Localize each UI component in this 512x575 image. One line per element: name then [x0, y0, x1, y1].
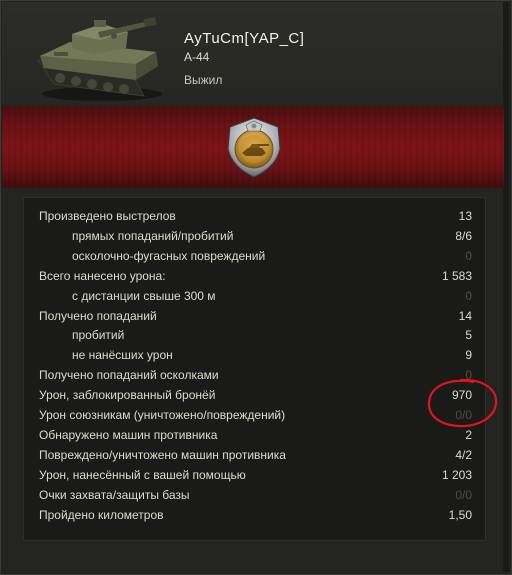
stat-row: Урон, заблокированный бронёй 970	[24, 386, 485, 406]
stat-row: Пройдено километров 1,50	[24, 506, 485, 526]
stat-row: Получено попаданий 14	[24, 307, 485, 327]
stat-label: Получено попаданий осколками	[39, 368, 219, 383]
stat-row: Произведено выстрелов 13	[24, 207, 485, 227]
stat-value: 1 203	[441, 467, 472, 482]
stat-row: с дистанции свыше 300 м 0	[24, 287, 485, 307]
stat-row: пробитий 5	[24, 326, 485, 346]
stat-value: 1 583	[441, 268, 472, 283]
stat-label: не нанёсших урон	[72, 348, 173, 363]
stat-row: Получено попаданий осколками 0	[24, 366, 485, 386]
stat-row: Очки захвата/защиты базы 0/0	[24, 486, 485, 506]
medal-icon[interactable]	[222, 115, 286, 179]
stat-value: 5	[465, 328, 472, 343]
stat-label: Урон, заблокированный бронёй	[39, 388, 216, 403]
stat-value: 0/0	[455, 487, 472, 502]
stat-row: Урон союзникам (уничтожено/повреждений) 0…	[24, 406, 485, 426]
stat-value: 9	[465, 348, 472, 363]
stat-row: прямых попаданий/пробитий 8/6	[24, 227, 485, 247]
stat-label: осколочно-фугасных повреждений	[72, 248, 266, 263]
stat-label: прямых попаданий/пробитий	[72, 228, 234, 243]
vehicle-header: AyTuCm[YAP_C] A-44 Выжил	[2, 2, 504, 104]
stat-label: Урон союзникам (уничтожено/повреждений)	[39, 408, 286, 422]
stat-value: 14	[458, 308, 472, 323]
stat-value: 1,50	[448, 507, 472, 522]
stat-label: Очки захвата/защиты базы	[39, 487, 190, 502]
stat-label: Получено попаданий	[39, 308, 157, 323]
stat-row: Всего нанесено урона: 1 583	[24, 267, 485, 287]
stat-row: Обнаружено машин противника 2	[24, 426, 485, 446]
stat-label: Произведено выстрелов	[39, 209, 176, 223]
stat-label: пробитий	[72, 328, 125, 343]
survival-status: Выжил	[184, 73, 223, 87]
stat-value: 8/6	[455, 228, 472, 243]
stat-row: Урон, нанесённый с вашей помощью 1 203	[24, 466, 485, 486]
stat-label: Пройдено километров	[39, 507, 164, 522]
stat-value: 13	[458, 209, 472, 223]
stat-label: Обнаружено машин противника	[39, 427, 218, 442]
stat-value: 2	[465, 427, 472, 442]
stat-value: 0	[465, 248, 472, 263]
battle-results-panel: AyTuCm[YAP_C] A-44 Выжил Произведено выс…	[0, 0, 512, 575]
stat-label: Повреждено/уничтожено машин противника	[39, 447, 286, 462]
scrollbar[interactable]	[503, 2, 509, 572]
tank-name: A-44	[184, 50, 210, 64]
player-name: AyTuCm[YAP_C]	[184, 30, 305, 47]
stat-label: Урон, нанесённый с вашей помощью	[39, 467, 246, 482]
stat-row: не нанёсших урон 9	[24, 346, 485, 366]
highlight-circle-annotation	[427, 378, 498, 428]
stats-table: Произведено выстрелов 13 прямых попаданий/…	[23, 197, 486, 541]
stat-row: Повреждено/уничтожено машин противника 4/…	[24, 446, 485, 466]
stat-label: Всего нанесено урона:	[39, 268, 166, 283]
stat-value: 4/2	[455, 447, 472, 462]
stat-value: 0	[465, 288, 472, 303]
stat-label: с дистанции свыше 300 м	[72, 288, 216, 303]
stat-row: осколочно-фугасных повреждений 0	[24, 247, 485, 267]
tank-icon	[36, 16, 162, 101]
